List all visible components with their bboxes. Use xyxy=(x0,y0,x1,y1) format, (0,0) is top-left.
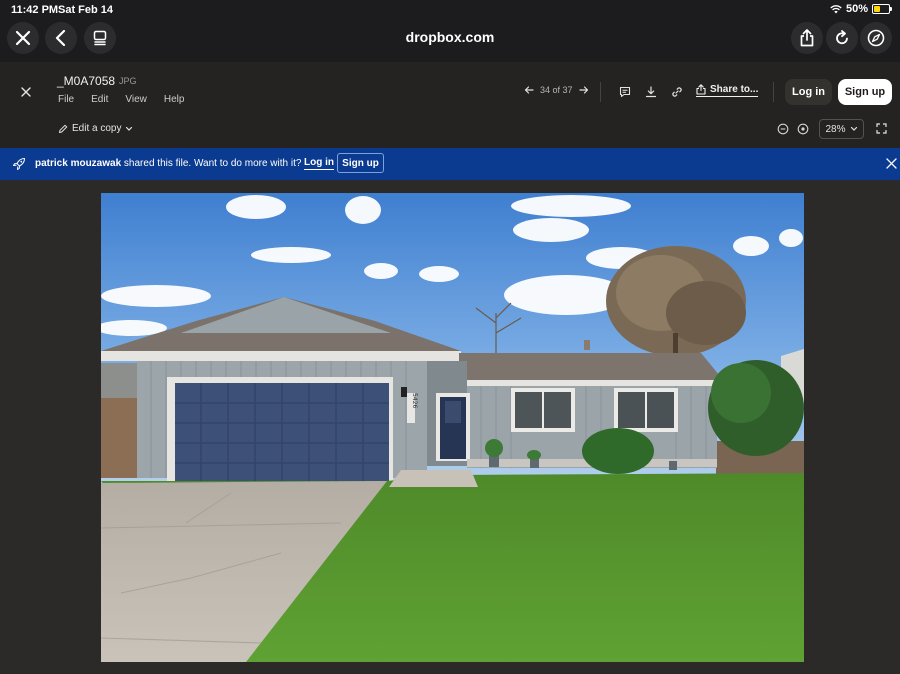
banner-signup-button[interactable]: Sign up xyxy=(337,153,384,173)
safari-compass-button[interactable] xyxy=(860,22,892,54)
status-time: 11:42 PM xyxy=(11,4,59,16)
zoom-level: 28% xyxy=(825,123,846,135)
zoom-in-icon[interactable] xyxy=(797,123,809,135)
reload-button[interactable] xyxy=(826,22,858,54)
shared-file-banner: patrick mouzawak shared this file. Want … xyxy=(0,148,900,180)
banner-message: patrick mouzawak shared this file. Want … xyxy=(35,158,301,169)
fullscreen-icon[interactable] xyxy=(876,123,887,134)
house-photo: 5426 xyxy=(101,193,804,662)
share-to-button[interactable]: Share to... xyxy=(696,84,759,97)
pencil-icon xyxy=(59,124,68,133)
battery-icon xyxy=(872,4,892,14)
edit-copy-label: Edit a copy xyxy=(72,123,122,134)
file-pager: 34 of 37 xyxy=(524,85,589,95)
toolbar-divider xyxy=(773,82,774,102)
preview-header: _M0A7058 JPG File Edit View Help Edit a … xyxy=(0,62,900,148)
chevron-down-icon xyxy=(850,126,857,131)
close-icon xyxy=(21,87,31,97)
battery-percent: 50% xyxy=(845,3,868,15)
file-extension: JPG xyxy=(119,76,137,86)
file-menu-bar: File Edit View Help xyxy=(58,94,201,105)
status-date: Sat Feb 14 xyxy=(58,4,114,16)
reload-icon xyxy=(836,30,848,45)
house-number: 5426 xyxy=(411,393,418,408)
comment-button[interactable] xyxy=(617,84,633,100)
banner-login-link[interactable]: Log in xyxy=(304,157,334,170)
download-button[interactable] xyxy=(643,84,659,100)
toolbar-divider xyxy=(600,82,601,102)
menu-file[interactable]: File xyxy=(58,94,74,105)
chevron-down-icon xyxy=(126,126,133,131)
rocket-icon xyxy=(13,158,25,170)
banner-message-text: shared this file. Want to do more with i… xyxy=(121,158,302,169)
menu-view[interactable]: View xyxy=(125,94,147,105)
close-preview-button[interactable] xyxy=(18,84,34,100)
share-sheet-button[interactable] xyxy=(791,22,823,54)
arrow-left-icon[interactable] xyxy=(524,85,534,95)
arrow-right-icon[interactable] xyxy=(578,85,589,95)
menu-edit[interactable]: Edit xyxy=(91,94,108,105)
file-name: _M0A7058 xyxy=(57,74,116,88)
share-icon xyxy=(696,84,706,95)
image-preview[interactable]: 5426 xyxy=(101,193,804,662)
banner-owner: patrick mouzawak xyxy=(35,158,122,169)
link-icon xyxy=(672,87,682,97)
close-banner-icon[interactable] xyxy=(886,158,897,169)
edit-copy-button[interactable]: Edit a copy xyxy=(58,123,133,134)
wifi-icon xyxy=(830,5,842,14)
share-icon xyxy=(800,29,814,47)
comment-icon xyxy=(619,86,631,98)
pager-position: 34 of 37 xyxy=(540,85,573,95)
copy-link-button[interactable] xyxy=(669,84,685,100)
menu-help[interactable]: Help xyxy=(164,94,185,105)
download-icon xyxy=(645,86,657,98)
compass-icon xyxy=(867,29,885,47)
zoom-level-select[interactable]: 28% xyxy=(819,119,864,139)
login-button[interactable]: Log in xyxy=(785,79,832,105)
status-right: 50% xyxy=(830,3,892,15)
signup-button[interactable]: Sign up xyxy=(838,79,892,105)
zoom-out-icon[interactable] xyxy=(777,123,789,135)
address-bar-url[interactable]: dropbox.com xyxy=(0,29,900,45)
share-to-label: Share to... xyxy=(710,84,759,95)
browser-chrome: 11:42 PM Sat Feb 14 50% dropbox.com xyxy=(0,0,900,62)
